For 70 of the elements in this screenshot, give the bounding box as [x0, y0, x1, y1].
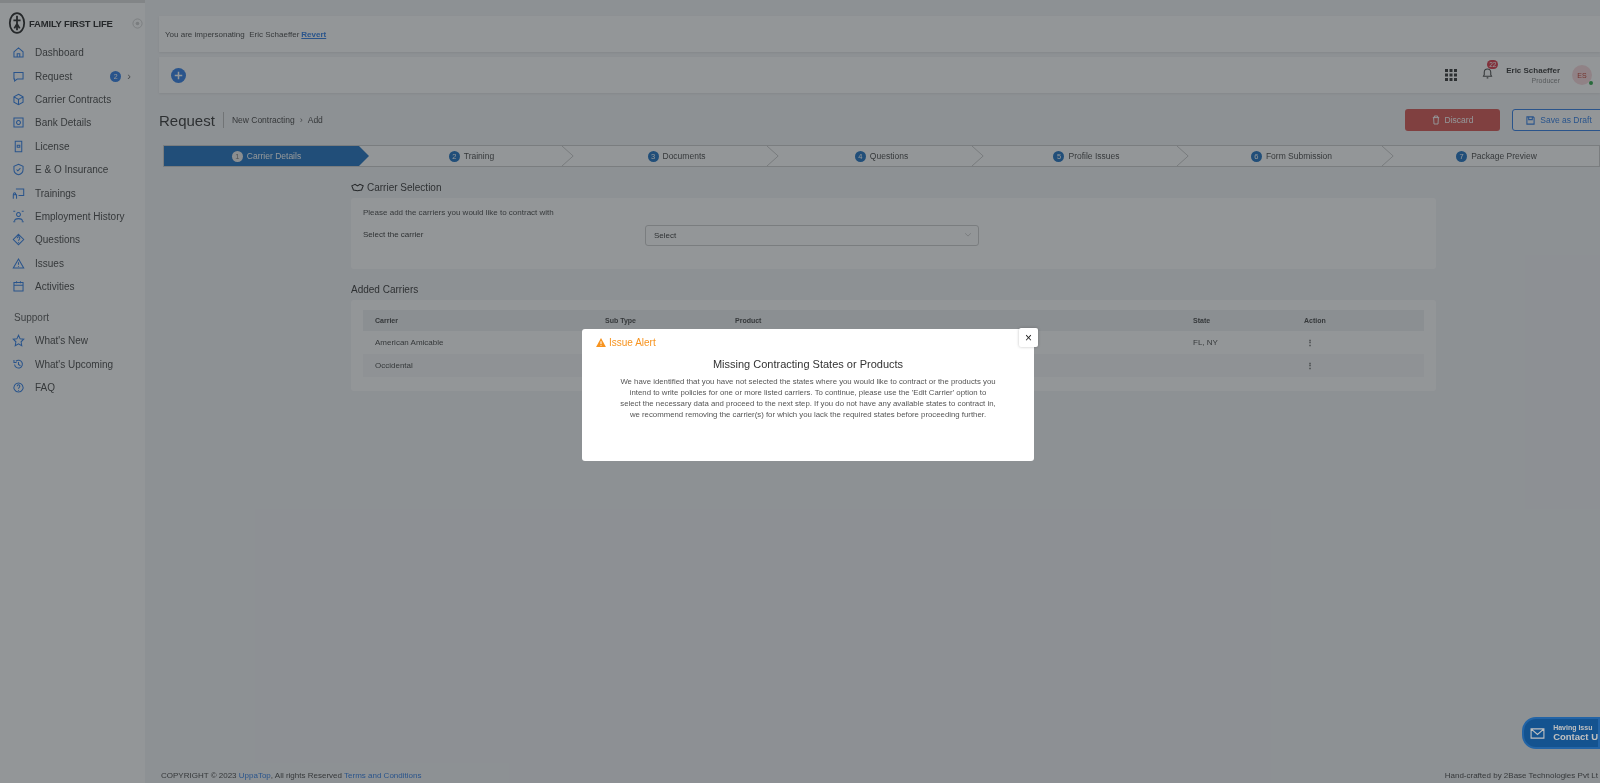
step-divider — [1177, 146, 1189, 166]
section-heading: Support — [14, 312, 51, 324]
logo-text: FAMILY FIRST LIFE — [29, 17, 113, 29]
table-cell: American Amicable — [375, 338, 444, 347]
house-icon — [12, 46, 25, 60]
sidebar-item[interactable]: What's New — [8, 329, 145, 353]
bell-icon[interactable] — [1481, 66, 1495, 80]
safe-icon — [12, 116, 25, 130]
sidebar-item[interactable]: Questions — [8, 228, 145, 252]
company-link[interactable]: UppaTop — [238, 771, 271, 780]
grid-icon[interactable] — [1445, 69, 1458, 81]
figure-logo-icon — [8, 11, 26, 35]
step-divider — [972, 146, 984, 166]
calendar-icon — [12, 280, 25, 294]
field-label: Select the carrier — [363, 230, 425, 239]
online-dot — [1589, 81, 1593, 85]
credit-text: Hand-crafted by 2Base Technologies Pvt Lt — [1444, 771, 1598, 780]
sidebar-item[interactable]: What's Upcoming — [8, 352, 145, 377]
warning-icon — [12, 256, 25, 270]
dialog-heading: Missing Contracting States or Products — [711, 358, 905, 370]
id-card-icon — [12, 139, 25, 153]
breadcrumb-item[interactable]: New Contracting — [231, 115, 295, 125]
chat-icon — [12, 69, 25, 83]
warning-icon — [596, 338, 606, 347]
star-icon — [12, 334, 25, 348]
discard-button[interactable]: Discard — [1405, 109, 1500, 131]
sidebar-item[interactable]: License — [8, 134, 145, 158]
user-name: Eric Schaeffer — [1506, 66, 1560, 75]
copyright-text: COPYRIGHT © 2023 UppaTop, All rights Reserved Terms and Conditions — [161, 771, 422, 780]
question-icon — [12, 233, 25, 247]
step-divider — [562, 146, 574, 166]
section-title: Added Carriers — [351, 284, 419, 295]
dialog-title: Issue Alert — [609, 337, 656, 348]
action-menu[interactable]: ⋮ — [1304, 338, 1316, 347]
breadcrumb-separator: › — [299, 115, 303, 125]
sidebar-item[interactable]: E & O Insurance — [8, 157, 145, 182]
hint-text: Please add the carriers you would like to contract with — [363, 208, 555, 217]
sidebar-item[interactable]: Carrier Contracts — [8, 87, 145, 112]
save-draft-button[interactable]: Save as Draft — [1512, 109, 1600, 131]
page-title: Request — [159, 111, 215, 129]
step-divider — [1382, 146, 1394, 166]
history-icon — [12, 357, 25, 371]
chevron: › — [127, 70, 131, 83]
sidebar-item[interactable]: Bank Details — [8, 111, 145, 135]
table-cell: FL, NY — [1193, 338, 1218, 347]
impersonation-text: You are impersonating Eric Schaeffer — [165, 29, 300, 39]
add-icon[interactable] — [171, 67, 186, 83]
carrier-select[interactable]: Select — [645, 225, 979, 246]
sidebar-item[interactable]: Dashboard — [8, 41, 145, 65]
cube-icon — [12, 92, 25, 106]
help-icon — [12, 381, 25, 395]
floppy-icon — [1526, 115, 1536, 125]
terms-link[interactable]: Terms and Conditions — [344, 771, 422, 780]
sidebar-item[interactable]: Employment History — [8, 204, 145, 229]
envelope-icon — [1530, 727, 1546, 739]
step-divider — [767, 146, 779, 166]
trash-icon — [1431, 115, 1440, 125]
revert-link[interactable]: Revert — [301, 29, 327, 39]
sidebar-item[interactable]: Activities — [8, 274, 145, 299]
action-menu[interactable]: ⋮ — [1304, 361, 1316, 370]
shield-icon — [12, 163, 25, 177]
close-button[interactable]: × — [1019, 328, 1038, 347]
section-title: Carrier Selection — [367, 182, 442, 193]
sidebar-item[interactable]: FAQ — [8, 376, 145, 400]
sidebar-item[interactable]: Issues — [8, 251, 145, 275]
table-cell: Occidental — [375, 361, 413, 370]
person-icon — [12, 209, 25, 223]
help-text: Contact U — [1553, 731, 1598, 742]
sidebar-item[interactable]: Trainings — [8, 181, 145, 205]
breadcrumb-item[interactable]: Add — [307, 115, 323, 125]
